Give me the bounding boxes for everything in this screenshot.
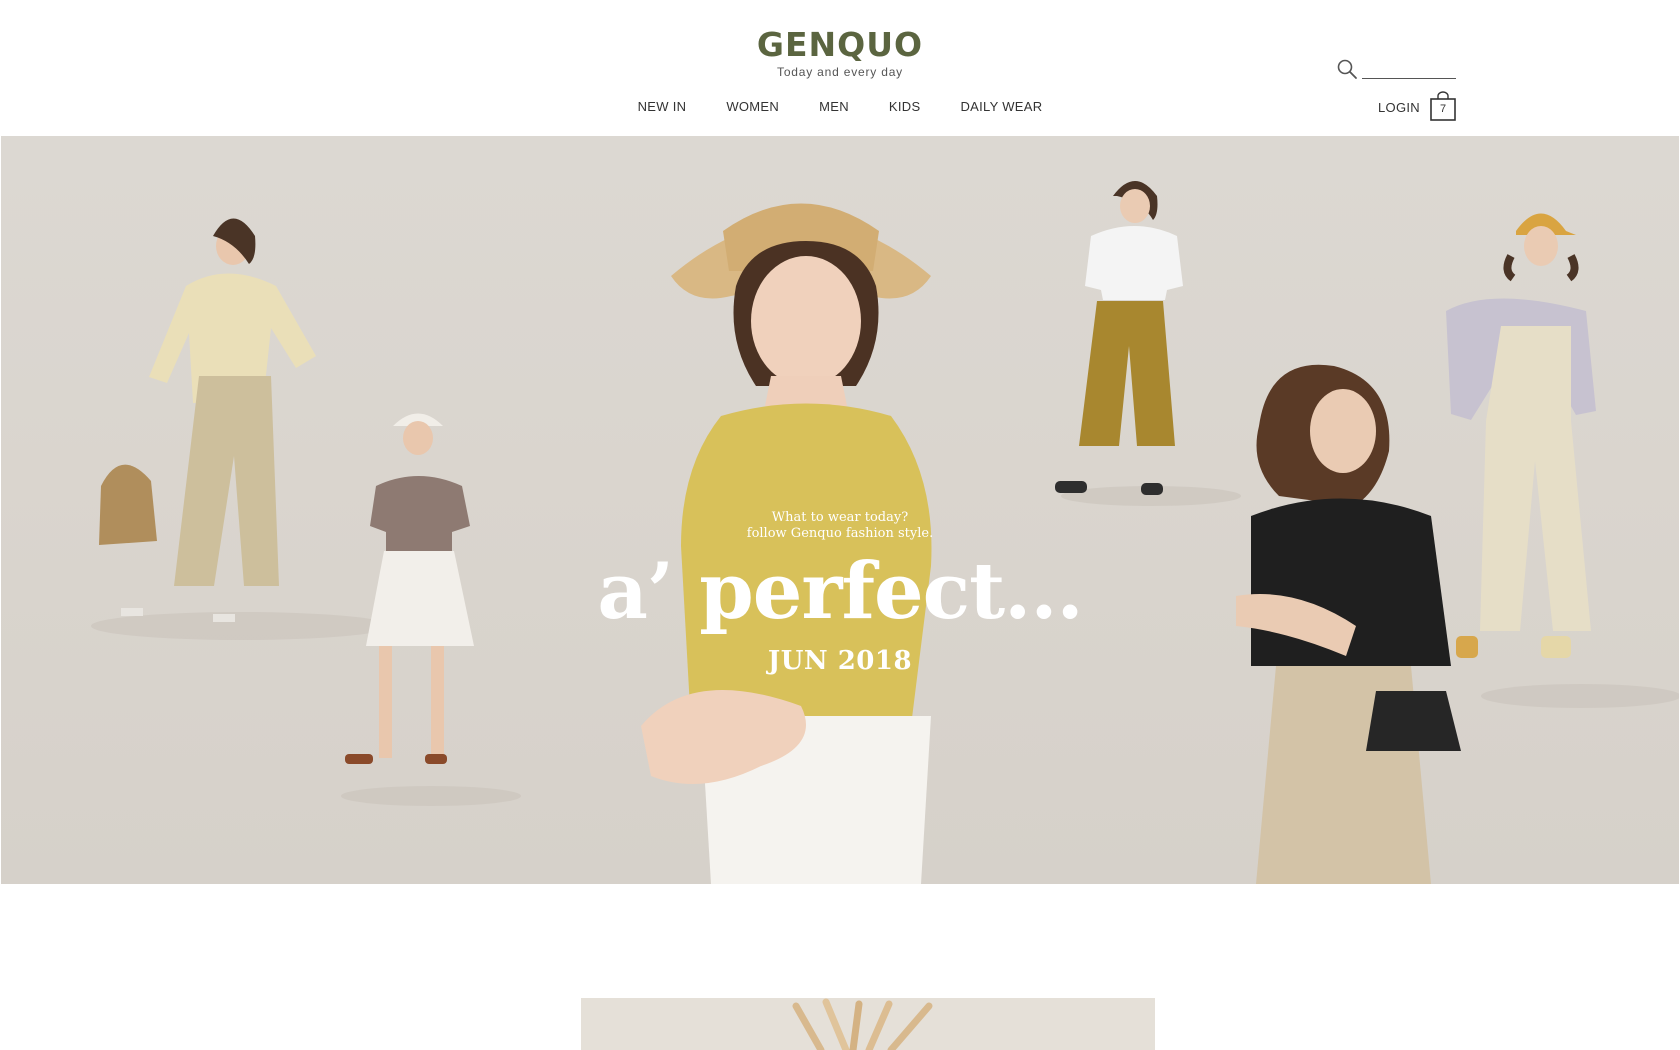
hero-date: JUN 2018 bbox=[767, 646, 913, 676]
search-icon[interactable] bbox=[1336, 58, 1358, 80]
hero-subtitle-line-2: follow Genquo fashion style. bbox=[746, 526, 934, 541]
nav-item-daily-wear[interactable]: DAILY WEAR bbox=[960, 99, 1042, 114]
featured-image-preview[interactable] bbox=[581, 998, 1155, 1050]
nav-item-men[interactable]: MEN bbox=[819, 99, 849, 114]
site-header: GENQUO Today and every day NEW IN WOMEN … bbox=[0, 0, 1680, 136]
nav-item-kids[interactable]: KIDS bbox=[889, 99, 921, 114]
search-box bbox=[1336, 56, 1456, 80]
main-nav: NEW IN WOMEN MEN KIDS DAILY WEAR bbox=[0, 99, 1680, 114]
nav-item-women[interactable]: WOMEN bbox=[726, 99, 779, 114]
model-figure bbox=[1055, 181, 1183, 495]
hero-banner[interactable]: What to wear today? follow Genquo fashio… bbox=[1, 136, 1679, 884]
featured-photo bbox=[581, 998, 1155, 1050]
hero-title: a’ perfect... bbox=[597, 546, 1083, 637]
search-input[interactable] bbox=[1362, 56, 1456, 79]
cart-count-badge: 7 bbox=[1439, 103, 1447, 115]
login-link[interactable]: LOGIN bbox=[1378, 100, 1420, 115]
nav-item-new-in[interactable]: NEW IN bbox=[638, 99, 687, 114]
hero-subtitle-line-1: What to wear today? bbox=[771, 510, 909, 525]
cart-button[interactable]: 7 bbox=[1430, 91, 1456, 121]
model-figure bbox=[641, 203, 932, 884]
hero-subtitle: What to wear today? follow Genquo fashio… bbox=[1, 510, 1679, 542]
